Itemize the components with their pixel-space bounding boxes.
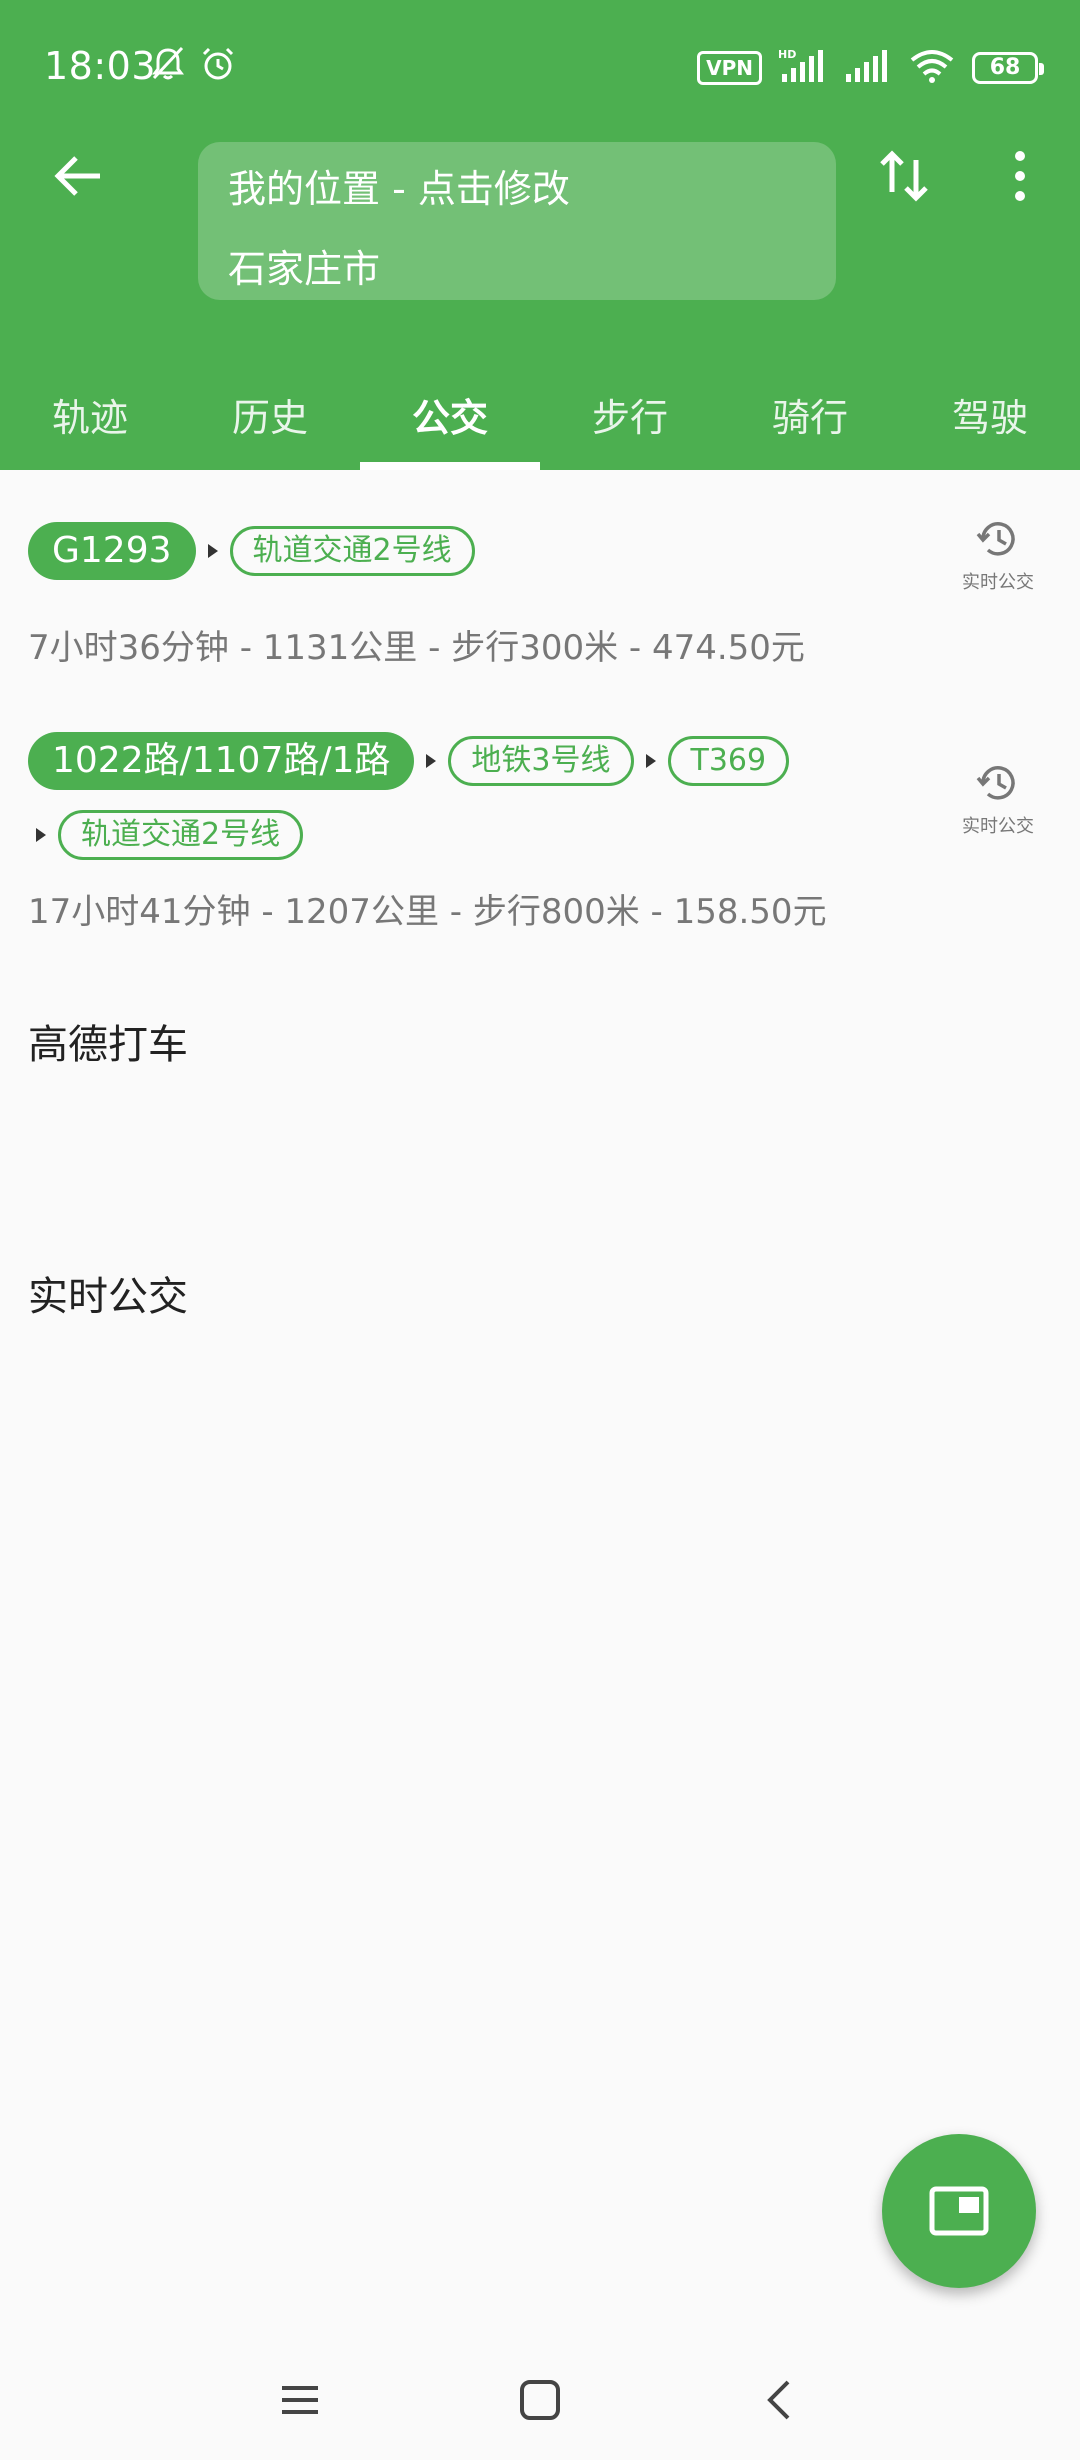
history-clock-icon	[976, 766, 1015, 800]
svg-text:HD: HD	[778, 48, 796, 61]
system-back-button[interactable]	[750, 2370, 810, 2430]
segment-chip: T369	[667, 736, 790, 786]
home-square-icon	[520, 2380, 560, 2420]
picture-in-picture-button[interactable]	[882, 2134, 1036, 2288]
main-line-chip: G1293	[28, 522, 196, 580]
route-summary: 7小时36分钟 - 1131公里 - 步行300米 - 474.50元	[28, 628, 805, 668]
vpn-badge: VPN	[697, 51, 762, 85]
wifi-icon	[908, 48, 956, 88]
status-bar: 18:03 VPN HD 68	[0, 0, 1080, 130]
arrow-right-icon	[207, 544, 218, 558]
arrow-right-icon	[36, 828, 46, 842]
swap-button[interactable]	[876, 146, 932, 206]
route-option-2[interactable]: 1022路/1107路/1路 地铁3号线 T369 轨道交通2号线 实时公交 1…	[0, 716, 1080, 946]
app-root: 18:03 VPN HD 68 我的位置 - 点击修改 石家庄市 轨迹 历史 公…	[0, 0, 1080, 2460]
status-left-icons	[148, 44, 238, 88]
realtime-label: 实时公交	[962, 572, 1034, 593]
segment-chip: 轨道交通2号线	[229, 526, 475, 576]
route-summary: 17小时41分钟 - 1207公里 - 步行800米 - 158.50元	[28, 892, 827, 932]
signal-hd-icon: HD	[778, 48, 828, 88]
tab-drive[interactable]: 驾驶	[900, 380, 1080, 470]
segment-chip: 地铁3号线	[448, 736, 634, 786]
header: 18:03 VPN HD 68 我的位置 - 点击修改 石家庄市 轨迹 历史 公…	[0, 0, 1080, 470]
realtime-bus-button[interactable]: 实时公交	[950, 516, 1046, 594]
chevron-left-icon	[767, 2380, 790, 2420]
tab-bike[interactable]: 骑行	[720, 380, 900, 470]
route-option-1[interactable]: G1293 轨道交通2号线 实时公交 7小时36分钟 - 1131公里 - 步行…	[0, 510, 1080, 670]
route-line-continued: 轨道交通2号线	[28, 810, 304, 860]
bell-muted-icon	[148, 44, 188, 88]
signal-icon	[844, 48, 892, 88]
mode-tabs: 轨迹 历史 公交 步行 骑行 驾驶	[0, 380, 1080, 470]
home-button[interactable]	[510, 2370, 570, 2430]
segment-chip: 轨道交通2号线	[58, 810, 304, 860]
menu-icon	[282, 2386, 318, 2414]
status-time: 18:03	[44, 44, 157, 88]
tab-walk[interactable]: 步行	[540, 380, 720, 470]
history-clock-icon	[976, 522, 1015, 556]
tab-history[interactable]: 历史	[180, 380, 360, 470]
arrow-right-icon	[645, 754, 656, 768]
main-line-chip: 1022路/1107路/1路	[28, 732, 415, 790]
swap-arrows-icon	[880, 150, 928, 202]
battery-indicator: 68	[972, 52, 1044, 84]
tab-track[interactable]: 轨迹	[0, 380, 180, 470]
route-line: 1022路/1107路/1路 地铁3号线 T369	[28, 732, 790, 790]
location-box[interactable]: 我的位置 - 点击修改 石家庄市	[198, 142, 836, 300]
arrow-right-icon	[426, 754, 437, 768]
realtime-bus-button[interactable]: 实时公交	[950, 760, 1046, 838]
section-taxi[interactable]: 高德打车	[28, 1012, 188, 1070]
more-vertical-icon	[1015, 151, 1025, 201]
arrow-left-icon	[54, 156, 100, 196]
status-right-icons: VPN HD 68	[697, 48, 1044, 88]
recent-apps-button[interactable]	[270, 2370, 330, 2430]
tab-bus[interactable]: 公交	[360, 380, 540, 470]
more-options-button[interactable]	[1000, 146, 1040, 206]
destination-field[interactable]: 石家庄市	[228, 238, 380, 293]
realtime-label: 实时公交	[962, 816, 1034, 837]
back-button[interactable]	[48, 146, 108, 206]
alarm-icon	[198, 44, 238, 88]
system-nav-bar	[0, 2340, 1080, 2460]
origin-field[interactable]: 我的位置 - 点击修改	[228, 158, 570, 213]
route-line: G1293 轨道交通2号线	[28, 522, 475, 580]
picture-in-picture-icon	[929, 2186, 989, 2236]
section-realtime-bus[interactable]: 实时公交	[28, 1264, 188, 1322]
